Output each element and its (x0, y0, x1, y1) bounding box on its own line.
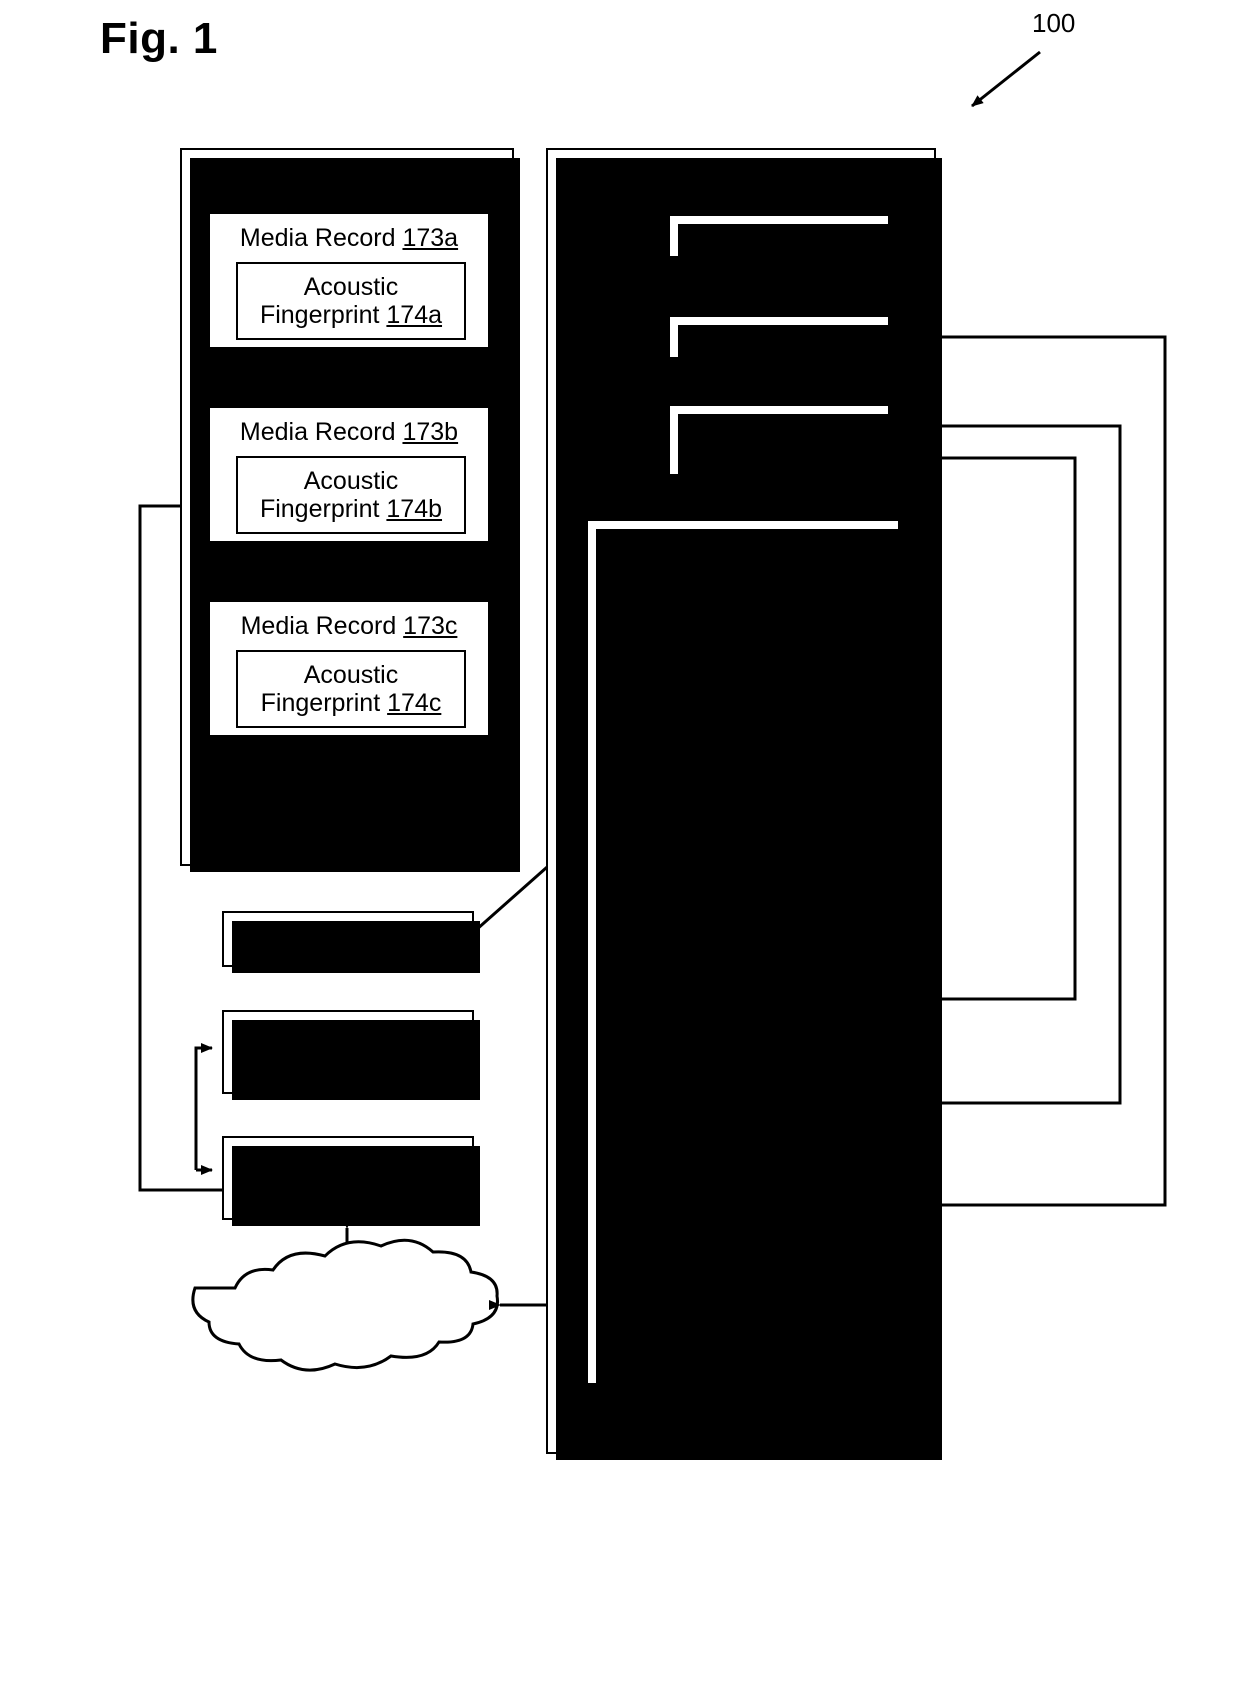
network-cloud-shape (191, 1238, 499, 1372)
gps-satellite-box: GPS Satellite 155 (222, 911, 480, 973)
figure-canvas: Fig. 1 100 Media Database 172 Media Reco… (0, 0, 1240, 1699)
speakers-131-box: Speakers 131 (668, 315, 896, 365)
acoustic-fingerprint-174b: Acoustic Fingerprint 174b (236, 456, 466, 534)
media-database-title: Media Database 172 (231, 164, 463, 192)
ellipsis-dot (346, 756, 353, 763)
ellipsis-dot (346, 836, 353, 843)
media-140-box: Media 140 (668, 214, 896, 264)
media-record-173c: Media Record 173c Acoustic Fingerprint 1… (208, 600, 490, 737)
event-venue-title: Event Venue 160 (645, 164, 837, 192)
acoustic-fingerprint-174a: Acoustic Fingerprint 174a (236, 262, 466, 340)
display-130-box: Display 130 (668, 404, 896, 482)
device-container: Device 110 (586, 519, 906, 1391)
media-database-ref: 172 (420, 164, 463, 192)
media-database-container: Media Database 172 Media Record 173a Aco… (180, 148, 520, 872)
marketing-database-box: Marketing Database 180 (222, 1010, 480, 1100)
application-server-box: Application Server 170 (222, 1136, 480, 1226)
system-callout-arrow (971, 50, 1041, 108)
media-record-173c-title: Media Record 173c (240, 612, 458, 640)
app-server-to-marketing-db-wire (194, 1043, 213, 1170)
device-title: Device 110 (681, 535, 805, 563)
media-record-173a-title: Media Record 173a (239, 224, 459, 252)
media-record-173a: Media Record 173a Acoustic Fingerprint 1… (208, 212, 490, 349)
acoustic-fingerprint-174c: Acoustic Fingerprint 174c (236, 650, 466, 728)
media-record-173b: Media Record 173b Acoustic Fingerprint 1… (208, 406, 490, 543)
media-record-173b-title: Media Record 173b (239, 418, 459, 446)
ellipsis-dot (346, 796, 353, 803)
